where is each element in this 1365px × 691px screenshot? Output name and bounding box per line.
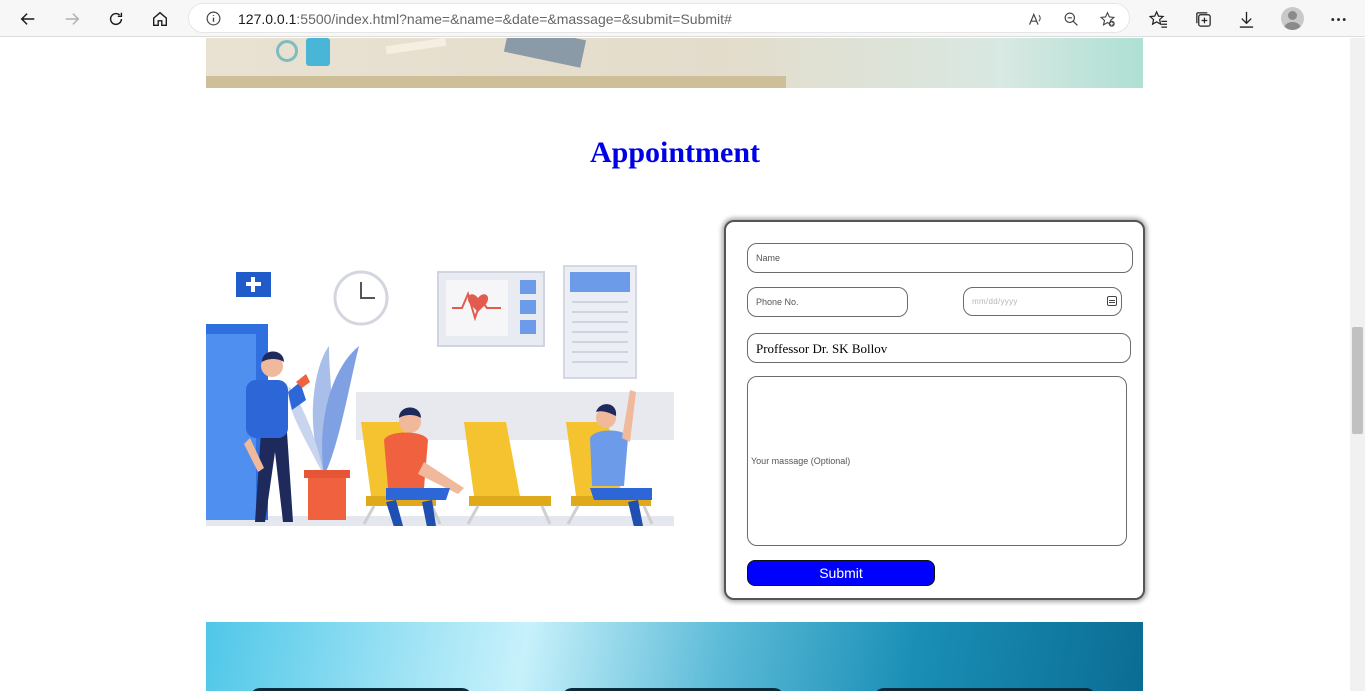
date-input[interactable]: mm/dd/yyyy <box>963 287 1122 316</box>
submit-button[interactable]: Submit <box>747 560 935 586</box>
read-aloud-icon[interactable] <box>1025 9 1045 29</box>
forward-icon[interactable] <box>58 5 86 33</box>
url-text[interactable]: 127.0.0.1:5500/index.html?name=&name=&da… <box>238 11 732 27</box>
top-banner-image <box>206 38 1143 88</box>
message-placeholder: Your massage (Optional) <box>751 456 851 466</box>
downloads-icon[interactable] <box>1235 8 1257 30</box>
address-bar[interactable]: 127.0.0.1:5500/index.html?name=&name=&da… <box>188 3 1130 33</box>
phone-placeholder: Phone No. <box>756 297 799 307</box>
doctor-value: Proffessor Dr. SK Bollov <box>756 341 888 356</box>
section-title: Appointment <box>589 136 761 169</box>
date-placeholder: mm/dd/yyyy <box>972 297 1018 306</box>
page-viewport: Appointment Name Phone No. mm/dd/yyyy Pr… <box>0 38 1350 691</box>
name-placeholder: Name <box>756 253 781 263</box>
phone-input[interactable]: Phone No. <box>747 287 908 317</box>
home-icon[interactable] <box>146 5 174 33</box>
scrollbar-thumb[interactable] <box>1352 327 1363 434</box>
doctor-field[interactable]: Proffessor Dr. SK Bollov <box>747 333 1131 363</box>
back-icon[interactable] <box>14 5 42 33</box>
bottom-banner-image <box>206 622 1143 691</box>
url-path: :5500/index.html?name=&name=&date=&massa… <box>296 11 732 27</box>
collections-icon[interactable] <box>1192 8 1214 30</box>
appointment-form: Name Phone No. mm/dd/yyyy Proffessor Dr.… <box>724 220 1145 600</box>
calendar-icon[interactable] <box>1107 296 1117 306</box>
message-textarea[interactable]: Your massage (Optional) <box>747 376 1127 546</box>
waiting-room-illustration <box>206 265 674 526</box>
browser-toolbar: 127.0.0.1:5500/index.html?name=&name=&da… <box>0 0 1365 37</box>
add-favorite-icon[interactable] <box>1097 9 1117 29</box>
more-icon[interactable] <box>1327 8 1349 30</box>
info-icon[interactable] <box>205 10 222 27</box>
name-input[interactable]: Name <box>747 243 1133 273</box>
refresh-icon[interactable] <box>102 5 130 33</box>
favorites-icon[interactable] <box>1147 8 1169 30</box>
url-host: 127.0.0.1 <box>238 11 297 27</box>
zoom-icon[interactable] <box>1061 9 1081 29</box>
page-scrollbar[interactable] <box>1350 38 1365 691</box>
profile-avatar[interactable] <box>1281 7 1304 30</box>
